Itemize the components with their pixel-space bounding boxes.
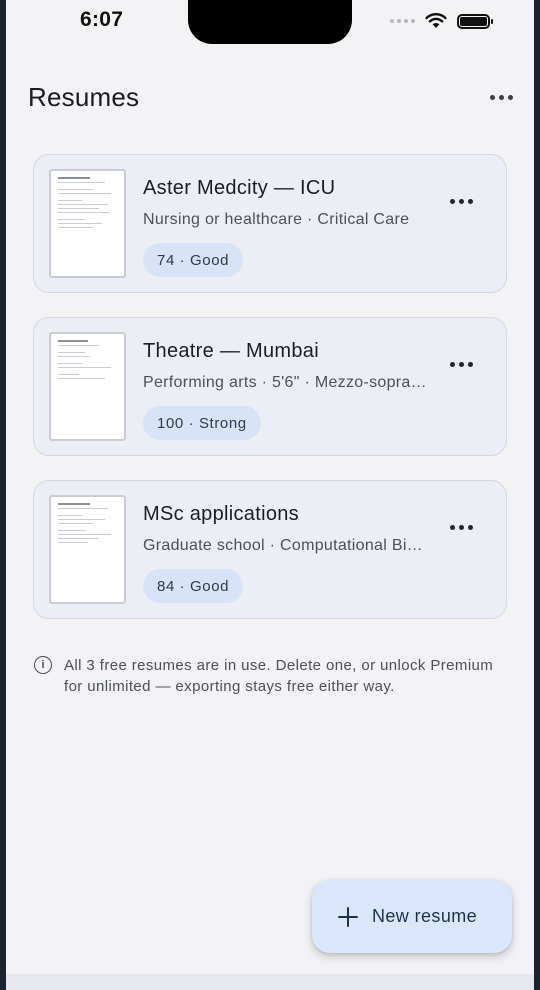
resume-title: Aster Medcity — ICU <box>143 177 336 199</box>
resume-title: MSc applications <box>143 503 299 525</box>
battery-icon <box>457 13 493 29</box>
quota-notice: i All 3 free resumes are in use. Delete … <box>34 655 504 697</box>
page-title: Resumes <box>28 82 140 112</box>
resume-menu-button[interactable] <box>446 354 476 374</box>
quota-notice-text: All 3 free resumes are in use. Delete on… <box>64 657 494 695</box>
score-chip: 84 · Good <box>143 569 244 603</box>
info-icon: i <box>34 656 52 674</box>
status-time: 6:07 <box>80 8 124 31</box>
resume-thumbnail <box>49 495 126 604</box>
bottom-bar <box>6 974 534 990</box>
score-chip: 100 · Strong <box>143 406 261 440</box>
resume-title: Theatre — Mumbai <box>143 340 319 362</box>
more-horiz-icon <box>449 524 473 530</box>
new-resume-button[interactable]: New resume <box>312 880 512 953</box>
resume-card[interactable]: MSc applications Graduate school · Compu… <box>33 480 507 619</box>
resume-menu-button[interactable] <box>446 191 476 211</box>
wifi-icon <box>425 13 447 28</box>
resume-card[interactable]: Theatre — Mumbai Performing arts · 5'6" … <box>33 317 507 456</box>
more-horiz-icon <box>489 94 513 100</box>
resume-subtitle: Graduate school · Computational Biology <box>143 537 427 554</box>
overflow-menu-button[interactable] <box>486 82 516 112</box>
resume-subtitle: Nursing or healthcare · Critical Care <box>143 211 410 228</box>
resume-list: Aster Medcity — ICU Nursing or healthcar… <box>33 154 507 643</box>
status-icons <box>390 12 493 30</box>
more-horiz-icon <box>449 361 473 367</box>
resume-menu-button[interactable] <box>446 517 476 537</box>
cellular-signal-icon <box>390 19 415 23</box>
score-chip: 74 · Good <box>143 243 244 277</box>
status-bar: 6:07 <box>6 0 534 48</box>
new-resume-label: New resume <box>372 906 478 926</box>
app-screen: 6:07 Resumes Aster Medcity — ICU Nursing… <box>6 0 534 990</box>
resume-card[interactable]: Aster Medcity — ICU Nursing or healthcar… <box>33 154 507 293</box>
resume-thumbnail <box>49 332 126 441</box>
more-horiz-icon <box>449 198 473 204</box>
app-bar: Resumes <box>6 76 534 120</box>
plus-icon <box>338 906 358 927</box>
dynamic-island <box>188 0 352 44</box>
resume-thumbnail <box>49 169 126 278</box>
resume-subtitle: Performing arts · 5'6" · Mezzo-soprano <box>143 374 427 391</box>
